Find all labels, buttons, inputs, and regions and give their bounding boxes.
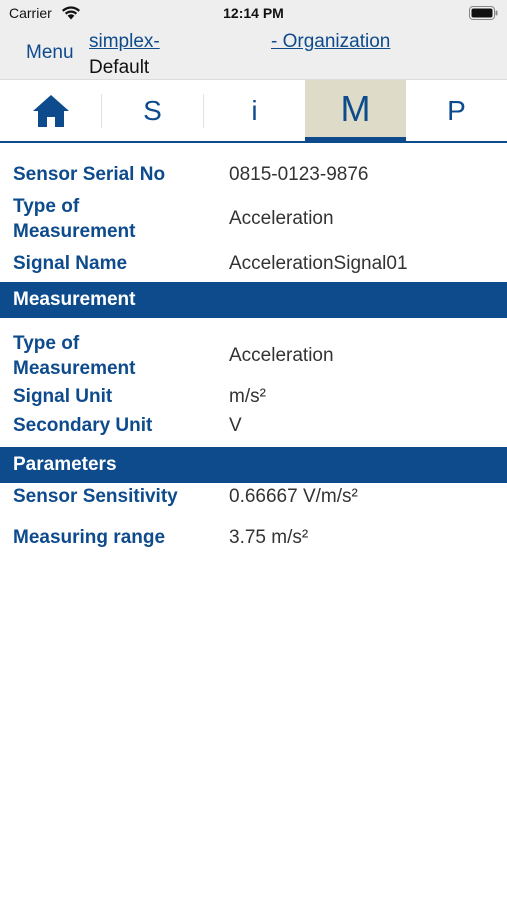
home-icon	[32, 94, 69, 127]
tab-p[interactable]: P	[406, 80, 507, 141]
type-of-measurement-label-line1: Type of	[13, 196, 80, 217]
tab-i-label: i	[251, 94, 258, 126]
status-bar: Carrier 12:14 PM	[0, 0, 507, 28]
simplex-link[interactable]: simplex-	[89, 31, 160, 53]
sensor-serial-label: Sensor Serial No	[13, 164, 166, 185]
tab-bar: S i M P	[0, 80, 507, 143]
navigation-bar: Menu simplex- Default - Organization	[0, 28, 507, 80]
clock: 12:14 PM	[223, 5, 284, 21]
secondary-unit-label: Secondary Unit	[13, 415, 153, 436]
default-label: Default	[89, 57, 150, 78]
tab-m-label: M	[340, 87, 371, 129]
signal-unit-value: m/s²	[229, 386, 266, 407]
tab-s[interactable]: S	[102, 80, 203, 141]
tab-home[interactable]	[0, 80, 101, 141]
signal-unit-label: Signal Unit	[13, 386, 113, 407]
measurement-type-value: Acceleration	[229, 345, 334, 366]
measurement-type-label-line1: Type of	[13, 333, 80, 354]
menu-button[interactable]: Menu	[26, 42, 74, 64]
battery-icon	[469, 6, 498, 20]
parameters-section-title: Parameters	[13, 454, 117, 475]
tab-s-label: S	[143, 94, 162, 126]
secondary-unit-value: V	[229, 415, 242, 436]
signal-name-label: Signal Name	[13, 253, 128, 274]
tab-i[interactable]: i	[204, 80, 305, 141]
organization-link[interactable]: - Organization	[271, 31, 390, 53]
signal-name-value: AccelerationSignal01	[229, 253, 408, 274]
sensor-sensitivity-label: Sensor Sensitivity	[13, 486, 178, 507]
measurement-type-label-line2: Measurement	[13, 358, 136, 379]
sensor-sensitivity-value: 0.66667 V/m/s²	[229, 486, 358, 507]
measuring-range-label: Measuring range	[13, 527, 166, 548]
type-of-measurement-value: Acceleration	[229, 208, 334, 229]
sensor-serial-value: 0815-0123-9876	[229, 164, 369, 185]
measuring-range-value: 3.75 m/s²	[229, 527, 309, 548]
measurement-section-title: Measurement	[13, 289, 136, 310]
measurement-section-header: Measurement	[0, 282, 507, 318]
tab-p-label: P	[447, 94, 466, 126]
tab-m[interactable]: M	[305, 80, 406, 141]
type-of-measurement-label-line2: Measurement	[13, 221, 136, 242]
parameters-section-header: Parameters	[0, 447, 507, 483]
